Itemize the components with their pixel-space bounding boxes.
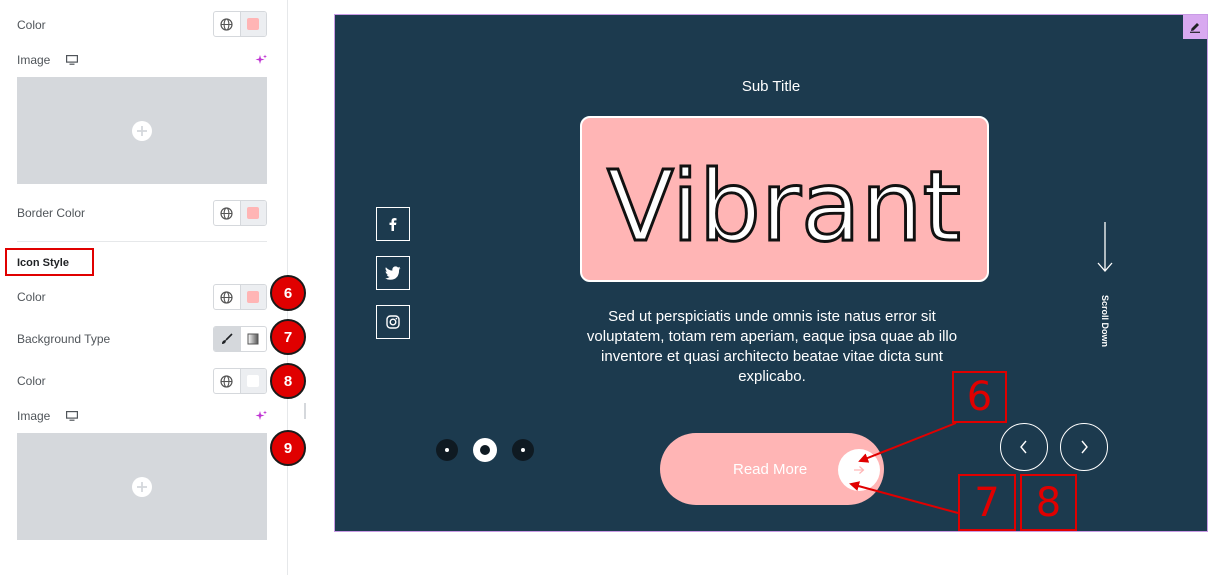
slide-title-box: Vibrant bbox=[580, 116, 989, 282]
annotation-box-7: 7 bbox=[958, 474, 1016, 531]
icon-color-control[interactable] bbox=[213, 284, 267, 310]
chevron-right-icon bbox=[1081, 440, 1088, 454]
global-colors-icon[interactable] bbox=[214, 201, 240, 225]
color-label: Color bbox=[17, 18, 46, 32]
slider-preview[interactable]: Sub Title Vibrant Sed ut perspiciatis un… bbox=[334, 14, 1208, 532]
border-color-swatch-button[interactable] bbox=[239, 201, 266, 225]
edit-widget-button[interactable] bbox=[1183, 15, 1207, 39]
settings-panel: Color Image Border Color Icon Style Colo… bbox=[0, 0, 306, 575]
icon-style-section-title[interactable]: Icon Style bbox=[5, 248, 94, 276]
pagination-dot-3[interactable] bbox=[512, 439, 534, 461]
marker-8: 8 bbox=[270, 363, 306, 399]
global-colors-icon[interactable] bbox=[214, 12, 240, 36]
desktop-icon[interactable] bbox=[66, 411, 78, 421]
section-divider bbox=[17, 241, 267, 242]
pagination-dot-2-active[interactable] bbox=[473, 438, 497, 462]
facebook-icon bbox=[389, 218, 397, 231]
section-title-label: Icon Style bbox=[17, 257, 69, 269]
annotation-box-6: 6 bbox=[952, 371, 1007, 423]
marker-9: 9 bbox=[270, 430, 306, 466]
ai-sparkle-icon[interactable] bbox=[255, 410, 267, 422]
ai-sparkle-icon[interactable] bbox=[255, 54, 267, 66]
background-type-label: Background Type bbox=[17, 332, 111, 346]
image-label: Image bbox=[17, 53, 51, 67]
marker-7: 7 bbox=[270, 319, 306, 355]
twitter-button[interactable] bbox=[376, 256, 410, 290]
arrow-right-icon bbox=[838, 449, 880, 491]
border-color-label: Border Color bbox=[17, 206, 86, 220]
slide-title: Vibrant bbox=[606, 149, 963, 266]
add-image-icon[interactable] bbox=[132, 120, 152, 141]
bg-color-control[interactable] bbox=[213, 368, 267, 394]
background-type-control[interactable] bbox=[213, 326, 267, 352]
color-swatch bbox=[247, 18, 260, 30]
read-more-label: Read More bbox=[733, 460, 808, 478]
color-swatch-button[interactable] bbox=[239, 12, 266, 36]
pagination-dot-1[interactable] bbox=[436, 439, 458, 461]
gradient-icon[interactable] bbox=[239, 327, 266, 351]
pencil-icon bbox=[1190, 23, 1200, 33]
panel-resize-handle[interactable] bbox=[304, 403, 306, 419]
color-swatch bbox=[247, 375, 260, 387]
image-upload-area-bottom[interactable] bbox=[17, 433, 267, 540]
icon-color-swatch-button[interactable] bbox=[239, 285, 266, 309]
arrow-down-icon bbox=[1097, 222, 1113, 272]
add-image-icon[interactable] bbox=[132, 476, 152, 497]
slide-subtitle: Sub Title bbox=[741, 78, 801, 95]
color-control[interactable] bbox=[213, 11, 267, 37]
global-colors-icon[interactable] bbox=[214, 369, 240, 393]
scroll-down-indicator[interactable]: Scroll Down bbox=[1095, 221, 1115, 351]
desktop-icon[interactable] bbox=[66, 55, 78, 65]
prev-slide-button[interactable] bbox=[1000, 423, 1048, 471]
color-swatch bbox=[247, 291, 260, 303]
bg-color-swatch-button[interactable] bbox=[239, 369, 266, 393]
instagram-button[interactable] bbox=[376, 305, 410, 339]
chevron-left-icon bbox=[1020, 440, 1027, 454]
svg-text:Vibrant: Vibrant bbox=[607, 150, 961, 264]
annotation-box-8: 8 bbox=[1020, 474, 1077, 531]
slide-description: Sed ut perspiciatis unde omnis iste natu… bbox=[586, 308, 958, 385]
read-more-button[interactable]: Read More bbox=[660, 433, 884, 505]
marker-6: 6 bbox=[270, 275, 306, 311]
scroll-down-label: Scroll Down bbox=[1100, 294, 1110, 348]
border-color-control[interactable] bbox=[213, 200, 267, 226]
bg-color-label: Color bbox=[17, 374, 46, 388]
instagram-icon bbox=[386, 315, 400, 329]
brush-icon[interactable] bbox=[214, 327, 240, 351]
image-upload-area[interactable] bbox=[17, 77, 267, 184]
twitter-icon bbox=[385, 266, 401, 280]
color-swatch bbox=[247, 207, 260, 219]
facebook-button[interactable] bbox=[376, 207, 410, 241]
global-colors-icon[interactable] bbox=[214, 285, 240, 309]
image-label-bottom: Image bbox=[17, 409, 51, 423]
next-slide-button[interactable] bbox=[1060, 423, 1108, 471]
icon-color-label: Color bbox=[17, 290, 46, 304]
